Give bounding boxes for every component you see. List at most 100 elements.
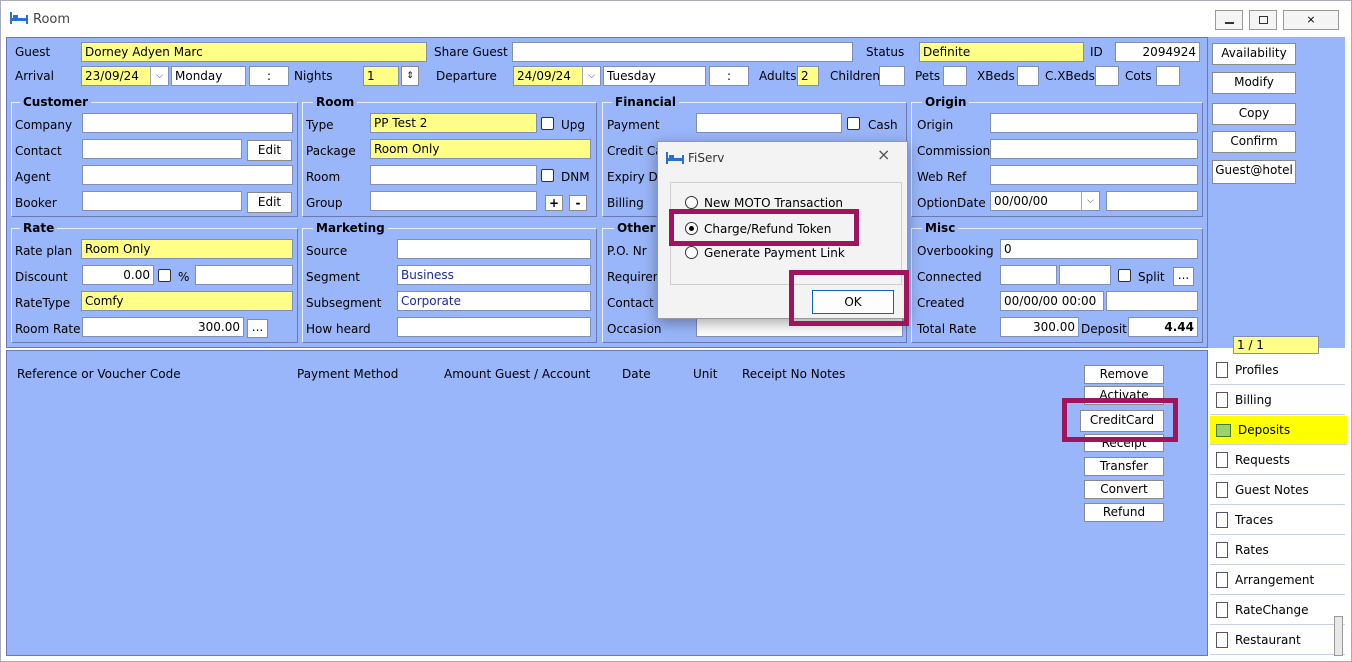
minimize-button[interactable] — [1215, 10, 1243, 30]
tab-billing[interactable]: Billing — [1210, 386, 1345, 415]
upg-checkbox[interactable] — [541, 117, 554, 130]
close-button[interactable]: ⨯ — [1283, 10, 1339, 30]
header-unit: Unit — [693, 367, 718, 381]
group-field[interactable] — [370, 191, 537, 211]
payment-field[interactable] — [696, 113, 842, 133]
financial-title: Financial — [612, 95, 679, 109]
id-label: ID — [1090, 45, 1103, 59]
discount-reason-field[interactable] — [195, 265, 293, 285]
tab-label: Requests — [1235, 453, 1290, 467]
created-extra-field[interactable] — [1106, 291, 1198, 311]
departure-time-field[interactable]: : — [709, 66, 749, 86]
chevron-down-icon[interactable]: ⌵ — [582, 67, 600, 85]
discount-percent-checkbox[interactable] — [158, 269, 171, 282]
room-field[interactable] — [370, 165, 537, 185]
tab-requests[interactable]: Requests — [1210, 446, 1345, 475]
group-remove-button[interactable]: - — [569, 195, 587, 211]
arrival-time-field[interactable]: : — [249, 66, 289, 86]
chevron-down-icon[interactable]: ⌵ — [150, 67, 168, 85]
page-icon — [1216, 602, 1228, 618]
segment-field[interactable]: Business — [397, 265, 591, 285]
departure-day-field[interactable]: Tuesday — [603, 66, 706, 86]
minimize-icon — [1225, 22, 1234, 24]
commission-field[interactable] — [990, 139, 1198, 159]
nights-field[interactable]: 1 — [363, 66, 399, 86]
restore-button[interactable] — [1249, 10, 1277, 30]
room-rate-field[interactable]: 300.00 — [82, 317, 244, 337]
dnm-checkbox[interactable] — [541, 169, 554, 182]
created-field[interactable]: 00/00/00 00:00 — [1000, 291, 1104, 311]
cash-checkbox[interactable] — [847, 117, 860, 130]
tab-rates[interactable]: Rates — [1210, 536, 1345, 565]
copy-button[interactable]: Copy — [1212, 103, 1296, 125]
booker-field[interactable] — [82, 191, 242, 211]
refund-button[interactable]: Refund — [1084, 503, 1164, 522]
cots-field[interactable] — [1156, 66, 1180, 86]
transfer-button[interactable]: Transfer — [1084, 457, 1164, 476]
id-field[interactable]: 2094924 — [1115, 42, 1200, 62]
split-checkbox[interactable] — [1118, 269, 1131, 282]
radio-generate-payment-link[interactable] — [685, 246, 698, 259]
guest-field[interactable]: Dorney Adyen Marc — [81, 42, 427, 62]
tab-guest-notes[interactable]: Guest Notes — [1210, 476, 1345, 505]
tabs-scrollbar[interactable] — [1334, 616, 1343, 656]
rate-plan-field[interactable]: Room Only — [81, 239, 293, 259]
subsegment-field[interactable]: Corporate — [397, 291, 591, 311]
arrival-day-field[interactable]: Monday — [171, 66, 246, 86]
type-field[interactable]: PP Test 2 — [370, 113, 537, 133]
connected-more-button[interactable]: ... — [1173, 267, 1194, 286]
tab-deposits[interactable]: Deposits — [1210, 416, 1347, 445]
guest-at-hotel-button[interactable]: Guest@hotel — [1212, 160, 1296, 184]
adults-field[interactable]: 2 — [797, 66, 819, 86]
overbooking-field[interactable]: 0 — [1000, 239, 1198, 259]
payment-label: Payment — [607, 118, 660, 132]
tab-traces[interactable]: Traces — [1210, 506, 1345, 535]
rate-plan-label: Rate plan — [15, 244, 73, 258]
booker-edit-button[interactable]: Edit — [247, 192, 292, 213]
convert-button[interactable]: Convert — [1084, 480, 1164, 499]
group-add-button[interactable]: + — [545, 195, 563, 211]
how-heard-field[interactable] — [397, 317, 591, 337]
origin-field[interactable] — [990, 113, 1198, 133]
connected-field-2[interactable] — [1059, 265, 1111, 285]
share-guest-field[interactable] — [512, 42, 853, 62]
tab-arrangement[interactable]: Arrangement — [1210, 566, 1345, 595]
room-rate-more-button[interactable]: ... — [247, 319, 268, 338]
radio-new-moto[interactable] — [685, 196, 698, 209]
tab-label: Billing — [1235, 393, 1272, 407]
rate-type-field[interactable]: Comfy — [81, 291, 293, 311]
status-field[interactable]: Definite — [919, 42, 1084, 62]
contact-field[interactable] — [82, 139, 242, 159]
nights-stepper[interactable]: ⇕ — [401, 66, 419, 86]
chevron-down-icon[interactable]: ⌵ — [1081, 192, 1099, 210]
children-field[interactable] — [879, 66, 905, 86]
group-label: Group — [306, 196, 343, 210]
tab-ratechange[interactable]: RateChange — [1210, 596, 1345, 625]
web-ref-field[interactable] — [990, 165, 1198, 185]
pets-field[interactable] — [943, 66, 967, 86]
tab-profiles[interactable]: Profiles — [1210, 356, 1345, 385]
total-rate-field[interactable]: 300.00 — [1000, 317, 1079, 337]
source-field[interactable] — [397, 239, 591, 259]
overbooking-value: 0 — [1004, 242, 1012, 256]
modify-button[interactable]: Modify — [1212, 72, 1296, 94]
availability-button[interactable]: Availability — [1212, 43, 1296, 65]
tab-label: Restaurant — [1235, 633, 1301, 647]
tab-restaurant[interactable]: Restaurant — [1210, 626, 1345, 655]
package-field[interactable]: Room Only — [370, 139, 591, 159]
contact-edit-button[interactable]: Edit — [247, 140, 292, 161]
option-time-field[interactable] — [1106, 191, 1198, 211]
connected-field-1[interactable] — [1000, 265, 1057, 285]
origin-label: Origin — [917, 118, 954, 132]
deposit-field[interactable]: 4.44 — [1128, 317, 1198, 337]
company-field[interactable] — [82, 113, 293, 133]
cxbeds-field[interactable] — [1095, 66, 1119, 86]
tab-label: RateChange — [1235, 603, 1309, 617]
confirm-button[interactable]: Confirm — [1212, 131, 1296, 153]
xbeds-field[interactable] — [1017, 66, 1039, 86]
discount-field[interactable]: 0.00 — [82, 265, 154, 285]
remove-button[interactable]: Remove — [1084, 365, 1164, 384]
agent-field[interactable] — [82, 165, 293, 185]
header-payment-method: Payment Method — [297, 367, 399, 381]
close-icon[interactable]: × — [877, 147, 890, 163]
